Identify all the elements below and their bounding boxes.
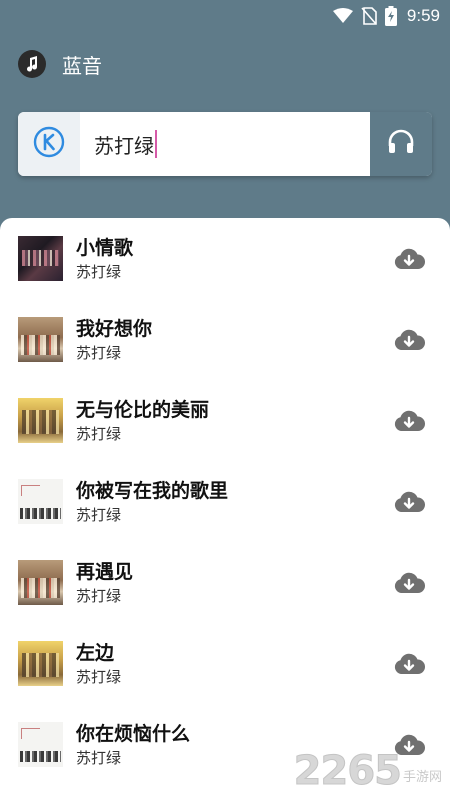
song-artist: 苏打绿 (76, 505, 122, 524)
search-input-value: 苏打绿 (94, 133, 154, 158)
song-artist: 苏打绿 (76, 586, 122, 605)
search-results-panel: 小情歌 苏打绿 我好想你 苏打绿 无与伦比的美丽 苏打绿 你被写在我的歌里 苏打… (0, 218, 450, 799)
song-title: 小情歌 (76, 236, 134, 259)
song-title: 我好想你 (76, 317, 153, 340)
song-title: 你在烦恼什么 (76, 722, 191, 745)
search-bar: 苏打绿 (18, 112, 432, 176)
song-row[interactable]: 小情歌 苏打绿 (0, 218, 450, 299)
app-header: 蓝音 (18, 44, 102, 84)
song-list: 小情歌 苏打绿 我好想你 苏打绿 无与伦比的美丽 苏打绿 你被写在我的歌里 苏打… (0, 218, 450, 785)
cloud-download-icon[interactable] (392, 327, 426, 353)
song-title: 左边 (76, 641, 115, 664)
app-title: 蓝音 (62, 53, 102, 78)
song-row[interactable]: 左边 苏打绿 (0, 623, 450, 704)
listen-button[interactable] (370, 112, 432, 176)
status-bar: 9:59 (0, 0, 450, 32)
song-title: 再遇见 (76, 560, 134, 583)
wifi-icon (332, 8, 353, 24)
watermark-sub: 手游网 (402, 770, 442, 785)
cloud-download-icon[interactable] (392, 651, 426, 677)
cloud-download-icon[interactable] (392, 246, 426, 272)
song-artist: 苏打绿 (76, 343, 122, 362)
album-cover (18, 479, 63, 524)
song-row[interactable]: 我好想你 苏打绿 (0, 299, 450, 380)
album-cover (18, 317, 63, 362)
battery-charging-icon (384, 6, 397, 26)
song-artist: 苏打绿 (76, 262, 122, 281)
song-row[interactable]: 你被写在我的歌里 苏打绿 (0, 461, 450, 542)
album-cover (18, 398, 63, 443)
album-cover (18, 236, 63, 281)
kugou-k-icon (33, 126, 65, 162)
music-note-icon (18, 50, 46, 78)
song-title: 你被写在我的歌里 (76, 479, 229, 502)
status-time: 9:59 (406, 6, 440, 25)
album-cover (18, 641, 63, 686)
album-cover (18, 722, 63, 767)
search-input[interactable]: 苏打绿 (80, 112, 370, 176)
cloud-download-icon[interactable] (392, 570, 426, 596)
cloud-download-icon[interactable] (392, 489, 426, 515)
song-artist: 苏打绿 (76, 748, 122, 767)
song-artist: 苏打绿 (76, 667, 122, 686)
song-artist: 苏打绿 (76, 424, 122, 443)
song-title: 无与伦比的美丽 (76, 398, 210, 421)
cloud-download-icon[interactable] (392, 408, 426, 434)
watermark: 2265 手游网 (293, 748, 442, 794)
music-source-button[interactable] (18, 112, 80, 176)
song-row[interactable]: 再遇见 苏打绿 (0, 542, 450, 623)
watermark-digits: 2265 (293, 748, 402, 794)
album-cover (18, 560, 63, 605)
no-sim-icon (361, 7, 377, 25)
song-row[interactable]: 无与伦比的美丽 苏打绿 (0, 380, 450, 461)
text-cursor (155, 130, 157, 158)
headphones-icon (387, 129, 415, 159)
